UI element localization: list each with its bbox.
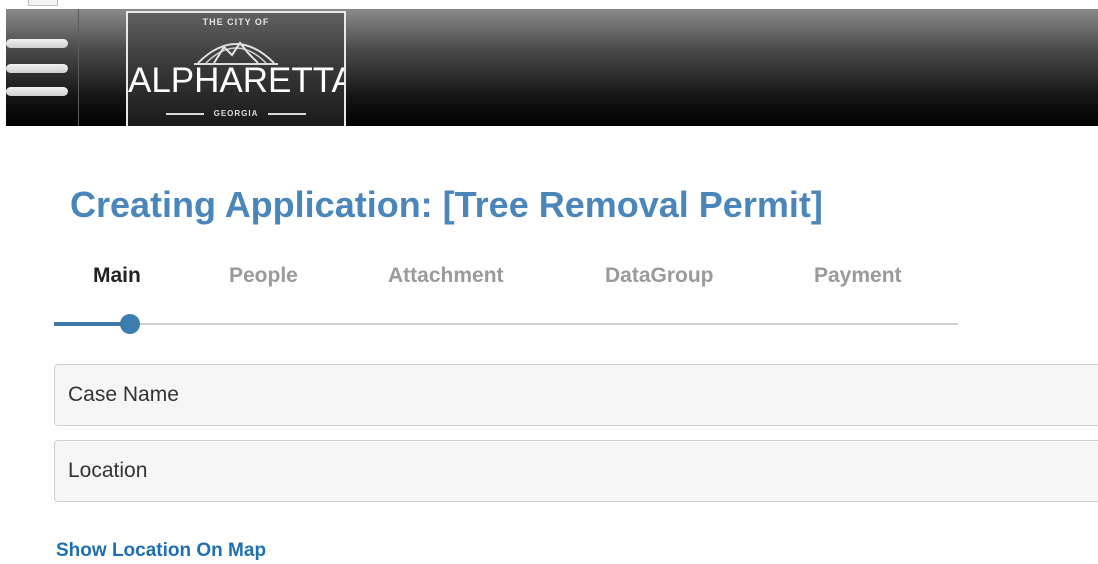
tab-datagroup[interactable]: DataGroup [605, 264, 714, 288]
wizard-progress-handle[interactable] [120, 314, 140, 334]
tab-attachment[interactable]: Attachment [388, 264, 504, 288]
hamburger-menu-icon[interactable] [6, 9, 78, 126]
tab-payment[interactable]: Payment [814, 264, 902, 288]
wizard-progress-track [54, 323, 958, 325]
show-location-on-map-link[interactable]: Show Location On Map [56, 540, 266, 562]
menu-bar-line [6, 87, 68, 96]
top-toolbar-stub [28, 0, 58, 6]
app-header: THE CITY OF ALPHARETTA GEORGIA [6, 9, 1098, 126]
city-logo[interactable]: THE CITY OF ALPHARETTA GEORGIA [126, 11, 346, 126]
menu-bar-line [6, 39, 68, 48]
header-divider [78, 9, 79, 126]
case-name-input[interactable] [54, 364, 1098, 426]
page-title: Creating Application: [Tree Removal Perm… [70, 184, 823, 225]
logo-city-name: ALPHARETTA [128, 61, 346, 100]
wizard-tabs: Main People Attachment DataGroup Payment [0, 264, 1000, 294]
location-input[interactable] [54, 440, 1098, 502]
tab-people[interactable]: People [229, 264, 298, 288]
wizard-progress-fill [54, 322, 130, 326]
menu-bar-line [6, 64, 68, 73]
tab-main[interactable]: Main [93, 264, 141, 288]
logo-state-text: GEORGIA [213, 109, 259, 118]
